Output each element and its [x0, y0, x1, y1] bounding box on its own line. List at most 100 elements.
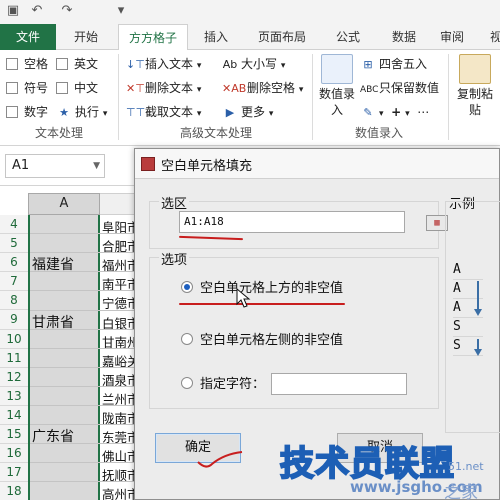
check-space-label: 空格	[24, 57, 49, 71]
column-a-selection[interactable]: 福建省 甘肃省 广东省	[28, 215, 100, 500]
gridline	[30, 481, 100, 483]
execute-button[interactable]: ★ 执行 ▾	[56, 102, 107, 122]
column-header-a[interactable]: A	[28, 193, 100, 215]
quick-access-toolbar: ▣ ↶ ↷ ▾	[0, 0, 500, 24]
cell-province[interactable]: 甘肃省	[32, 312, 74, 332]
cell-province[interactable]: 广东省	[32, 426, 74, 446]
chevron-down-icon[interactable]: ▼	[93, 155, 100, 177]
range-label: 选区	[159, 193, 190, 212]
tab-page-layout[interactable]: 页面布局	[248, 24, 316, 50]
round-button[interactable]: ⊞ 四舍五入	[360, 54, 427, 74]
gridline	[30, 233, 100, 235]
more-icon: ▶	[225, 106, 235, 119]
option-char-label: 指定字符：	[200, 377, 266, 392]
options-label: 选项	[159, 249, 190, 268]
copy-paste-label-1: 复制粘	[456, 87, 493, 101]
ellipsis-icon: ⋯	[417, 105, 430, 119]
numeric-entry-label-2: 入	[330, 103, 343, 117]
radio-above[interactable]	[181, 281, 193, 293]
option-char[interactable]: 指定字符：	[181, 375, 265, 395]
row-header[interactable]: 16	[0, 444, 28, 464]
annotation-underline	[179, 303, 345, 305]
row-header[interactable]: 9	[0, 310, 28, 330]
gridline	[30, 424, 100, 426]
option-above-label: 空白单元格上方的非空值	[200, 281, 344, 296]
row-headers: 4 5 6 7 8 9 10 11 12 13 14 15 16 17 18	[0, 215, 28, 500]
row-header[interactable]: 17	[0, 463, 28, 483]
gridline	[100, 290, 136, 292]
clipboard-icon	[459, 54, 491, 84]
char-input[interactable]	[271, 373, 407, 395]
numeric-entry-button[interactable]: 数值录 入	[316, 54, 358, 118]
name-box-value: A1	[12, 158, 30, 173]
gridline	[30, 290, 100, 292]
arrow-down-icon	[474, 349, 482, 356]
row-header[interactable]: 11	[0, 348, 28, 368]
redo-icon[interactable]: ↷	[58, 2, 76, 20]
watermark-tail: 之家	[444, 483, 478, 500]
tab-review[interactable]: 审阅	[430, 24, 474, 50]
tab-home[interactable]: 开始	[64, 24, 108, 50]
copy-paste-button[interactable]: 复制粘 贴	[452, 54, 498, 118]
insert-text-button[interactable]: ↓⊤插入文本 ▾	[126, 54, 201, 74]
more-button[interactable]: ▶ 更多 ▾	[222, 102, 274, 122]
check-number[interactable]: 数字	[6, 102, 48, 122]
tab-file[interactable]: 文件	[0, 24, 56, 50]
customize-icon[interactable]: ▾	[112, 2, 130, 20]
row-header[interactable]: 10	[0, 329, 28, 349]
save-icon[interactable]: ▣	[4, 2, 22, 20]
option-left[interactable]: 空白单元格左侧的非空值	[181, 331, 343, 351]
row-header[interactable]: 18	[0, 482, 28, 500]
option-left-label: 空白单元格左侧的非空值	[200, 333, 344, 348]
case-button[interactable]: Ab 大小写 ▾	[222, 54, 286, 74]
gridline	[30, 366, 100, 368]
row-header[interactable]: 6	[0, 253, 28, 273]
delete-text-button[interactable]: ✕⊤删除文本 ▾	[126, 78, 201, 98]
row-header[interactable]: 15	[0, 425, 28, 445]
tab-data[interactable]: 数据	[382, 24, 426, 50]
cell-province[interactable]: 福建省	[32, 254, 74, 274]
annotation-checkmark	[197, 451, 243, 468]
extract-text-button[interactable]: ⊤⊤截取文本 ▾	[126, 102, 201, 122]
option-above[interactable]: 空白单元格上方的非空值	[181, 279, 343, 299]
gridline	[100, 405, 136, 406]
gridline	[100, 328, 136, 330]
name-box[interactable]: A1 ▼	[5, 154, 105, 178]
range-input[interactable]: A1:A18 ▦	[179, 211, 448, 233]
delete-text-label: 删除文本	[145, 81, 194, 95]
app-icon	[141, 157, 155, 171]
check-chinese[interactable]: 中文	[56, 78, 98, 98]
gridline	[30, 385, 100, 387]
group-label-text: 文本处理	[34, 126, 83, 140]
delete-space-icon: ✕AB	[222, 82, 247, 95]
row-header[interactable]: 8	[0, 291, 28, 311]
tab-fangfang[interactable]: 方方格子	[118, 24, 189, 51]
check-english[interactable]: 英文	[56, 54, 98, 74]
example-cell: S	[453, 318, 483, 337]
small-tools[interactable]: ✎ ▾ + ▾ ⋯	[360, 102, 429, 122]
row-header[interactable]: 7	[0, 272, 28, 292]
check-space[interactable]: 空格	[6, 54, 48, 74]
watermark: 技术员联盟 51.net www.jsgho.com 之家	[272, 434, 500, 500]
row-header[interactable]: 14	[0, 405, 28, 426]
keep-values-label: 只保留数值	[379, 81, 440, 95]
keep-values-button[interactable]: ABC只保留数值	[360, 78, 439, 98]
gridline	[100, 271, 136, 273]
row-header[interactable]: 13	[0, 386, 28, 406]
tab-view[interactable]: 视	[480, 24, 500, 50]
radio-left[interactable]	[181, 333, 193, 345]
row-header[interactable]: 5	[0, 234, 28, 254]
row-header[interactable]: 4	[0, 215, 28, 235]
row-header[interactable]: 12	[0, 367, 28, 387]
undo-icon[interactable]: ↶	[28, 2, 46, 20]
radio-char[interactable]	[181, 377, 193, 389]
dialog-titlebar[interactable]: 空白单元格填充	[135, 149, 499, 179]
tab-insert[interactable]: 插入	[194, 24, 238, 50]
tab-formulas[interactable]: 公式	[326, 24, 370, 50]
delete-space-button[interactable]: ✕AB删除空格 ▾	[222, 78, 303, 98]
gridline	[100, 347, 136, 349]
gridline	[100, 309, 136, 311]
execute-label: 执行	[75, 105, 100, 119]
cell-city[interactable]: 高州市	[102, 484, 138, 500]
check-symbol[interactable]: 符号	[6, 78, 48, 98]
